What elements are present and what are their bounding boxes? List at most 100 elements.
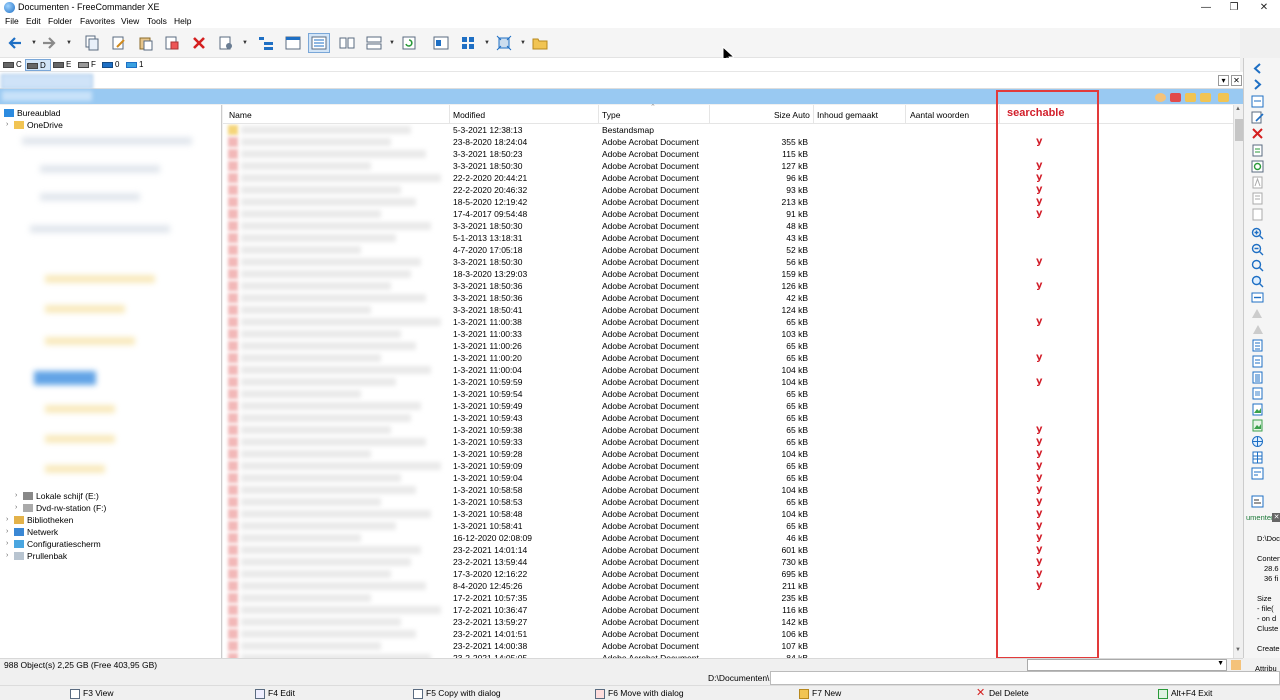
scrollbar-thumb[interactable] — [1235, 119, 1243, 141]
file-row[interactable]: 17-3-2020 12:16:22 Adobe Acrobat Document… — [223, 568, 1233, 580]
file-row[interactable]: 3-3-2021 18:50:41 Adobe Acrobat Document 1… — [223, 304, 1233, 316]
f7-new-button[interactable]: F7 New — [799, 687, 841, 700]
quick-view-icon[interactable] — [433, 35, 449, 51]
column-header-type[interactable]: Type — [602, 110, 620, 120]
page-list-icon[interactable] — [1251, 371, 1264, 384]
file-row[interactable]: 3-3-2021 18:50:23 Adobe Acrobat Document 1… — [223, 148, 1233, 160]
file-row[interactable]: 18-3-2020 13:29:03 Adobe Acrobat Document… — [223, 268, 1233, 280]
tree-item-bureaublad[interactable]: Bureaublad — [4, 107, 60, 119]
file-row[interactable]: 17-4-2017 09:54:48 Adobe Acrobat Document… — [223, 208, 1233, 220]
font-icon[interactable] — [1251, 176, 1264, 189]
file-row[interactable]: 23-2-2021 13:59:27 Adobe Acrobat Document… — [223, 616, 1233, 628]
folder-up-icon[interactable] — [1185, 93, 1196, 102]
menu-tools[interactable]: Tools — [147, 16, 167, 26]
compare-dropdown-icon[interactable]: ▼ — [520, 40, 526, 46]
tree-item-drive-f[interactable]: › Dvd-rw-station (F:) — [15, 502, 106, 514]
file-row[interactable]: 17-2-2021 10:57:35 Adobe Acrobat Document… — [223, 592, 1233, 604]
scroll-down-icon[interactable]: ▼ — [1235, 647, 1241, 653]
zoom-in-icon[interactable] — [1251, 227, 1264, 240]
drive-e-button[interactable]: E — [52, 59, 74, 71]
compare-icon[interactable] — [496, 35, 512, 51]
arrow-right-icon[interactable] — [1251, 78, 1264, 91]
edit-icon[interactable] — [1251, 111, 1264, 124]
single-panel-icon[interactable] — [285, 35, 301, 51]
f4-edit-button[interactable]: F4 Edit — [255, 687, 295, 700]
file-row[interactable]: 1-3-2021 10:59:04 Adobe Acrobat Document 6… — [223, 472, 1233, 484]
drive-c-button[interactable]: C — [2, 59, 24, 71]
page-text-icon[interactable] — [1251, 355, 1264, 368]
file-row[interactable]: 1-3-2021 11:00:04 Adobe Acrobat Document 1… — [223, 364, 1233, 376]
file-row[interactable]: 23-2-2021 14:00:38 Adobe Acrobat Document… — [223, 640, 1233, 652]
folder-menu-icon[interactable] — [1218, 93, 1229, 102]
drive-0-button[interactable]: 0 — [101, 59, 123, 71]
file-row[interactable]: 23-2-2021 13:59:44 Adobe Acrobat Document… — [223, 556, 1233, 568]
folder-tool-icon[interactable] — [532, 35, 548, 51]
file-row[interactable]: 1-3-2021 11:00:26 Adobe Acrobat Document 6… — [223, 340, 1233, 352]
delete-icon[interactable] — [191, 35, 207, 51]
alt-f4-exit-button[interactable]: Alt+F4 Exit — [1158, 687, 1212, 700]
file-row[interactable]: 1-3-2021 10:58:58 Adobe Acrobat Document 1… — [223, 484, 1233, 496]
column-divider[interactable] — [449, 105, 450, 124]
file-row[interactable]: 1-3-2021 10:59:43 Adobe Acrobat Document 6… — [223, 412, 1233, 424]
file-row[interactable]: 1-3-2021 10:59:28 Adobe Acrobat Document 1… — [223, 448, 1233, 460]
hex-view-icon[interactable] — [1251, 387, 1264, 400]
tree-item-bibliotheken[interactable]: › Bibliotheken — [6, 514, 73, 526]
drive-d-button[interactable]: D — [25, 59, 51, 71]
column-divider[interactable] — [813, 105, 814, 124]
layout-dropdown-icon[interactable]: ▼ — [389, 40, 395, 46]
file-row[interactable]: 1-3-2021 10:59:38 Adobe Acrobat Document 6… — [223, 424, 1233, 436]
drive-1-button[interactable]: 1 — [125, 59, 147, 71]
minimize-button[interactable]: — — [1192, 0, 1220, 15]
file-row[interactable]: 1-3-2021 10:58:41 Adobe Acrobat Document 6… — [223, 520, 1233, 532]
column-header-modified[interactable]: Modified — [453, 110, 485, 120]
file-row[interactable]: 3-3-2021 18:50:36 Adobe Acrobat Document 4… — [223, 292, 1233, 304]
file-row[interactable]: 8-4-2020 12:45:26 Adobe Acrobat Document 2… — [223, 580, 1233, 592]
column-divider[interactable] — [598, 105, 599, 124]
file-row[interactable]: 16-12-2020 02:08:09 Adobe Acrobat Documen… — [223, 532, 1233, 544]
column-header-size[interactable]: Size Auto — [774, 110, 810, 120]
file-row[interactable]: 1-3-2021 11:00:38 Adobe Acrobat Document 6… — [223, 316, 1233, 328]
file-row[interactable]: 1-3-2021 10:59:33 Adobe Acrobat Document 6… — [223, 436, 1233, 448]
copy-icon[interactable] — [84, 35, 100, 51]
maximize-button[interactable]: ❐ — [1220, 0, 1248, 15]
expand-icon[interactable]: › — [6, 119, 8, 131]
column-divider[interactable] — [999, 105, 1000, 124]
properties-icon[interactable] — [218, 35, 234, 51]
tab-dropdown-icon[interactable]: ▾ — [1218, 75, 1229, 86]
menu-favorites[interactable]: Favorites — [80, 16, 115, 26]
view-dropdown-icon[interactable]: ▼ — [484, 40, 490, 46]
horizontal-panel-icon[interactable] — [366, 35, 382, 51]
document-icon[interactable] — [1251, 208, 1264, 221]
properties-dropdown-icon[interactable]: ▼ — [242, 40, 248, 46]
refresh-icon[interactable] — [401, 35, 417, 51]
file-row[interactable]: 5-1-2013 13:18:31 Adobe Acrobat Document 4… — [223, 232, 1233, 244]
folder-tree[interactable]: Bureaublad › OneDrive › Lokale schijf (E… — [0, 105, 222, 658]
file-row[interactable]: 1-3-2021 10:58:48 Adobe Acrobat Document 1… — [223, 508, 1233, 520]
file-list-scrollbar[interactable]: ▲ ▼ — [1233, 105, 1243, 658]
status-dropdown[interactable]: ▼ — [1027, 659, 1227, 671]
delete-icon[interactable] — [1251, 127, 1264, 140]
del-delete-button[interactable]: ✕ Del Delete — [976, 687, 1029, 700]
terminal-icon[interactable] — [1251, 495, 1264, 508]
dual-panel-icon[interactable] — [339, 35, 355, 51]
image-icon[interactable] — [1251, 419, 1264, 432]
file-row[interactable]: 1-3-2021 10:59:59 Adobe Acrobat Document 1… — [223, 376, 1233, 388]
rotate-left-icon[interactable] — [1251, 323, 1264, 336]
column-divider[interactable] — [905, 105, 906, 124]
column-divider[interactable] — [709, 105, 710, 124]
paste-icon[interactable] — [138, 35, 154, 51]
tree-view-icon[interactable] — [258, 35, 274, 51]
quick-view-tab[interactable]: umenten ✕ — [1246, 513, 1280, 525]
refresh-icon[interactable] — [1251, 160, 1264, 173]
expand-icon[interactable]: › — [15, 502, 17, 514]
file-list[interactable]: 5-3-2021 12:38:13 Bestandsmap 23-8-2020 18… — [223, 124, 1233, 658]
tree-item-drive-e[interactable]: › Lokale schijf (E:) — [15, 490, 99, 502]
menu-edit[interactable]: Edit — [26, 16, 41, 26]
file-row[interactable]: 23-2-2021 14:01:14 Adobe Acrobat Document… — [223, 544, 1233, 556]
panel-swap-icon[interactable] — [1251, 95, 1264, 108]
menu-folder[interactable]: Folder — [48, 16, 72, 26]
folder-tab[interactable] — [1, 74, 93, 89]
back-dropdown-icon[interactable]: ▼ — [31, 40, 37, 46]
properties-icon[interactable] — [1251, 144, 1264, 157]
lightning-icon[interactable] — [1231, 660, 1241, 670]
